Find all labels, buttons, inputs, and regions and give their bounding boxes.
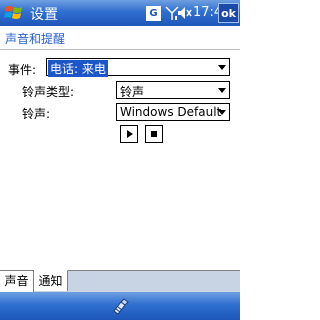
app-title: 设置 — [30, 7, 58, 23]
chevron-down-icon — [215, 104, 229, 120]
page-header: 声音和提醒 — [0, 26, 240, 50]
event-select[interactable]: 电话: 来电 — [46, 58, 230, 77]
chevron-down-icon — [215, 82, 229, 98]
event-label: 事件: — [8, 63, 37, 77]
title-bar: 设置 G 17:48 ok — [0, 0, 240, 26]
windows-start-icon[interactable] — [4, 4, 24, 22]
keyboard-input-icon[interactable] — [110, 296, 132, 316]
tab-notifications[interactable]: 通知 — [34, 270, 68, 291]
speaker-muted-icon[interactable] — [176, 5, 192, 21]
ringtone-select[interactable]: Windows Default — [116, 103, 230, 121]
stop-icon — [151, 131, 157, 137]
notification-badge[interactable]: G — [146, 6, 161, 21]
ringtone-type-label: 铃声类型: — [22, 85, 75, 99]
chevron-down-icon — [215, 59, 229, 75]
tab-strip: 声音 通知 — [0, 270, 240, 292]
play-icon — [127, 130, 133, 138]
ringtone-label: 铃声: — [22, 107, 51, 121]
tab-sounds[interactable]: 声音 — [0, 271, 34, 292]
ringtone-type-select[interactable]: 铃声 — [116, 81, 230, 99]
ringtone-value: Windows Default — [120, 105, 222, 119]
event-select-value: 电话: 来电 — [48, 60, 108, 77]
ok-button[interactable]: ok — [218, 3, 239, 23]
ringtone-type-value: 铃声 — [120, 85, 145, 99]
stop-button[interactable] — [145, 125, 163, 143]
play-button[interactable] — [120, 125, 138, 143]
page-title: 声音和提醒 — [5, 32, 66, 46]
menu-bar — [0, 292, 240, 320]
